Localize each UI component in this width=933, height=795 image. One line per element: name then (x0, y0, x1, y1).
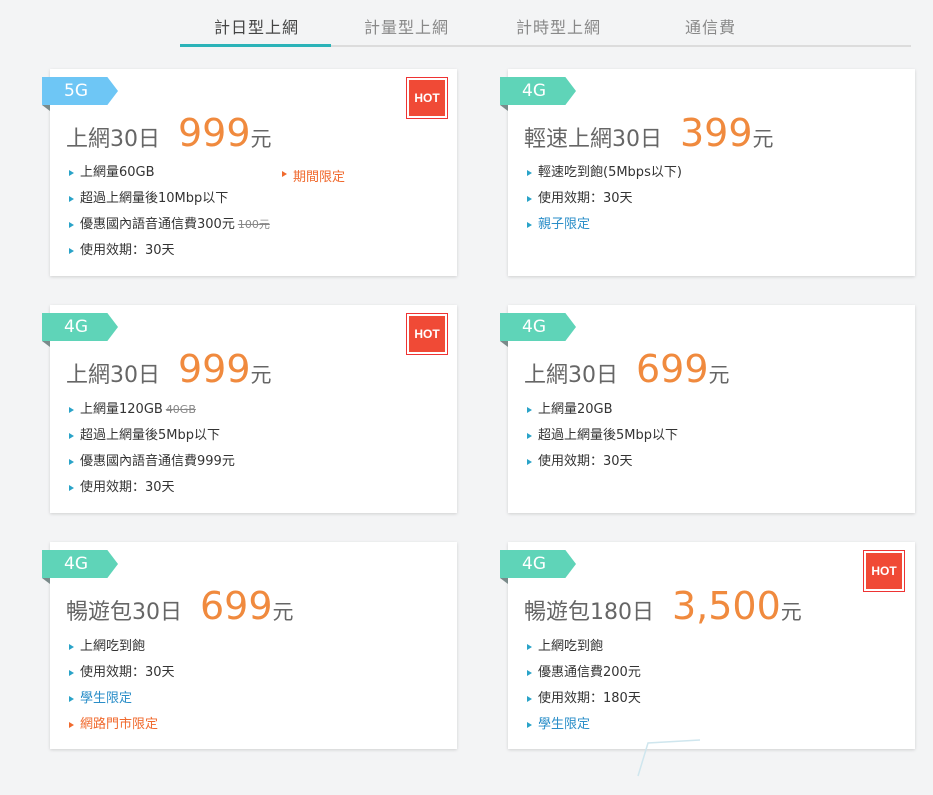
feature-item-student-only: 學生限定 (69, 686, 175, 712)
tab-call-fee[interactable]: 通信費 (685, 14, 736, 38)
price-unit: 元 (752, 127, 774, 151)
feature-text: 優惠國內語音通信費300元 (80, 217, 235, 232)
plan-type-tabs: 計日型上網 計量型上網 計時型上網 通信費 (180, 0, 911, 47)
feature-list: 上網量120GB 40GB 超過上網量後5Mbp以下 優惠國內語音通信費999元 … (69, 397, 235, 501)
network-badge-4g: 4G (42, 550, 118, 578)
feature-item: 輕速吃到飽(5Mbps以下) (527, 160, 682, 186)
feature-item: 上網量20GB (527, 397, 678, 423)
plan-title: 上網30日 999元 (66, 347, 272, 391)
feature-item-family-only: 親子限定 (527, 212, 682, 238)
plan-card-4g-30day-999[interactable]: 4G HOT 上網30日 999元 上網量120GB 40GB 超過上網量後5Mbp… (42, 305, 457, 513)
feature-item: 上網吃到飽 (527, 634, 641, 660)
price-unit: 元 (272, 600, 294, 624)
plan-price: 699 (200, 584, 273, 628)
feature-list: 上網量20GB 超過上網量後5Mbp以下 使用效期：30天 (527, 397, 678, 475)
network-badge-5g: 5G (42, 77, 118, 105)
plan-title: 輕速上網30日 399元 (524, 111, 774, 155)
plan-name: 輕速上網30日 (524, 127, 662, 152)
plan-name: 暢遊包30日 (66, 600, 182, 625)
original-price-strikethrough: 100元 (237, 218, 270, 231)
tab-daily-data[interactable]: 計日型上網 (214, 14, 299, 38)
feature-item-online-store-only: 網路門市限定 (69, 712, 175, 738)
feature-item: 優惠國內語音通信費300元 100元 (69, 212, 270, 238)
ribbon-fold (500, 341, 508, 347)
feature-item: 使用效期：180天 (527, 686, 641, 712)
plan-card-4g-lite-30day-399[interactable]: 4G 輕速上網30日 399元 輕速吃到飽(5Mbps以下) 使用效期：30天 親… (500, 69, 915, 276)
plan-card-4g-30day-699[interactable]: 4G 上網30日 699元 上網量20GB 超過上網量後5Mbp以下 使用效期：3… (500, 305, 915, 513)
background-decoration (637, 739, 701, 777)
hot-badge: HOT (863, 550, 905, 592)
price-unit: 元 (250, 127, 272, 151)
network-badge-4g: 4G (42, 313, 118, 341)
plan-price: 399 (680, 111, 753, 155)
price-unit: 元 (250, 363, 272, 387)
network-badge-4g: 4G (500, 550, 576, 578)
feature-item: 超過上網量後10Mbp以下 (69, 186, 270, 212)
plan-name: 暢遊包180日 (524, 600, 654, 625)
ribbon-fold (42, 578, 50, 584)
feature-item: 超過上網量後5Mbp以下 (69, 423, 235, 449)
plan-card-5g-30day-999[interactable]: 5G HOT 上網30日 999元 期間限定 上網量60GB 超過上網量後10Mb… (42, 69, 457, 276)
plan-card-4g-travel-180day-3500[interactable]: 4G HOT 暢遊包180日 3,500元 上網吃到飽 優惠通信費200元 使用效… (500, 542, 915, 749)
network-badge-4g: 4G (500, 313, 576, 341)
feature-item: 使用效期：30天 (69, 238, 270, 264)
tab-volume-data[interactable]: 計量型上網 (364, 14, 449, 38)
plan-price: 999 (178, 111, 251, 155)
hot-badge: HOT (406, 313, 448, 355)
plan-title: 上網30日 999元 (66, 111, 272, 155)
feature-item: 優惠國內語音通信費999元 (69, 449, 235, 475)
feature-item: 優惠通信費200元 (527, 660, 641, 686)
plan-price: 699 (636, 347, 709, 391)
feature-list: 輕速吃到飽(5Mbps以下) 使用效期：30天 親子限定 (527, 160, 682, 238)
feature-item: 使用效期：30天 (69, 475, 235, 501)
ribbon-fold (42, 105, 50, 111)
plan-price: 999 (178, 347, 251, 391)
feature-list: 上網吃到飽 使用效期：30天 學生限定 網路門市限定 (69, 634, 175, 738)
plan-card-4g-travel-30day-699[interactable]: 4G 暢遊包30日 699元 上網吃到飽 使用效期：30天 學生限定 網路門市限定 (42, 542, 457, 749)
feature-item: 上網吃到飽 (69, 634, 175, 660)
hot-badge: HOT (406, 77, 448, 119)
feature-item: 使用效期：30天 (527, 449, 678, 475)
feature-item: 上網量60GB (69, 160, 270, 186)
ribbon-fold (42, 341, 50, 347)
feature-list: 上網吃到飽 優惠通信費200元 使用效期：180天 學生限定 (527, 634, 641, 738)
network-badge-4g: 4G (500, 77, 576, 105)
plan-title: 暢遊包180日 3,500元 (524, 584, 802, 628)
tab-hourly-data[interactable]: 計時型上網 (516, 14, 601, 38)
plan-title: 暢遊包30日 699元 (66, 584, 294, 628)
plan-name: 上網30日 (524, 363, 618, 388)
price-unit: 元 (780, 600, 802, 624)
feature-list: 上網量60GB 超過上網量後10Mbp以下 優惠國內語音通信費300元 100元 … (69, 160, 270, 264)
feature-item: 使用效期：30天 (527, 186, 682, 212)
plan-name: 上網30日 (66, 363, 160, 388)
ribbon-fold (500, 578, 508, 584)
feature-item: 上網量120GB 40GB (69, 397, 235, 423)
active-tab-indicator (180, 44, 331, 47)
plan-price: 3,500 (672, 584, 781, 628)
ribbon-fold (500, 105, 508, 111)
feature-item: 超過上網量後5Mbp以下 (527, 423, 678, 449)
plan-name: 上網30日 (66, 127, 160, 152)
limited-time-tag: 期間限定 (282, 166, 345, 185)
price-unit: 元 (708, 363, 730, 387)
plan-title: 上網30日 699元 (524, 347, 730, 391)
feature-item: 使用效期：30天 (69, 660, 175, 686)
original-amount-strikethrough: 40GB (165, 403, 196, 416)
feature-text: 上網量120GB (80, 402, 163, 417)
